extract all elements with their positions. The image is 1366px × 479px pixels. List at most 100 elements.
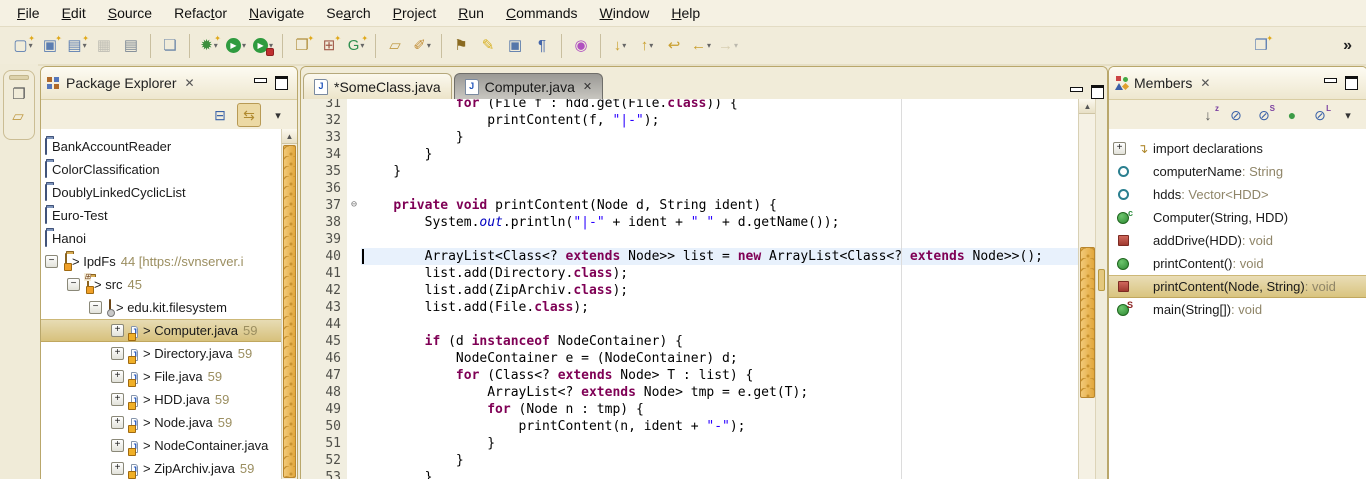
member-printcontent-node-string-[interactable]: printContent(Node, String) : void — [1109, 275, 1366, 298]
view-menu-button[interactable]: ▾ — [1337, 104, 1359, 126]
scrollbar-thumb[interactable] — [1080, 247, 1095, 398]
minimize-button[interactable] — [1324, 78, 1337, 83]
hide-static-members-button[interactable]: ⊘S — [1253, 104, 1275, 126]
code-line-36[interactable]: 36 — [301, 180, 1079, 197]
editor-scrollbar[interactable]: ▲ — [1078, 99, 1096, 479]
show-selected-element-button[interactable]: ▣ — [503, 34, 527, 58]
last-edit-location-button[interactable]: ↩ — [662, 34, 686, 58]
menu-source[interactable]: Source — [97, 2, 163, 24]
show-whitespace-button[interactable]: ¶ — [530, 34, 554, 58]
member-computername[interactable]: computerName : String — [1109, 160, 1366, 183]
member-main-string-[interactable]: Smain(String[]) : void — [1109, 298, 1366, 321]
member-import-declarations[interactable]: +↴import declarations — [1109, 137, 1366, 160]
restore-views-button[interactable]: ❐ — [12, 87, 25, 102]
search-button[interactable]: ✐▾ — [410, 34, 434, 58]
tree-item-src[interactable]: −⊞> src45 — [41, 273, 282, 296]
generate-javadoc-button[interactable]: G✦▾ — [344, 34, 368, 58]
code-line-46[interactable]: 46 NodeContainer e = (NodeContainer) d; — [301, 350, 1079, 367]
print-button[interactable]: ▤ — [119, 34, 143, 58]
member-printcontent-[interactable]: printContent() : void — [1109, 252, 1366, 275]
run-button[interactable]: ▶▾ — [224, 34, 248, 58]
open-perspective-button[interactable]: ❒✦ — [1249, 34, 1273, 58]
next-annotation-button[interactable]: ↓▾ — [608, 34, 632, 58]
dropdown-arrow-icon[interactable]: ▾ — [427, 41, 431, 50]
tree-item-hdd-java[interactable]: +J> HDD.java59 — [41, 388, 282, 411]
overview-ruler[interactable] — [1095, 99, 1107, 479]
build-all-button[interactable]: ❏ — [158, 34, 182, 58]
menu-refactor[interactable]: Refactor — [163, 2, 238, 24]
member-hdds[interactable]: hdds : Vector<HDD> — [1109, 183, 1366, 206]
package-explorer-title[interactable]: Package Explorer — [66, 75, 177, 91]
tree-item-bankaccountreader[interactable]: BankAccountReader — [41, 135, 282, 158]
toolbar-overflow-chevron[interactable]: » — [1343, 37, 1352, 55]
previous-annotation-button[interactable]: ↑▾ — [635, 34, 659, 58]
close-icon[interactable]: ✕ — [1200, 76, 1210, 90]
fold-collapse-icon[interactable]: ⊖ — [347, 197, 361, 214]
code-line-43[interactable]: 43 list.add(File.class); — [301, 299, 1079, 316]
code-line-38[interactable]: 38 System.out.println("|-" + ident + " "… — [301, 214, 1079, 231]
menu-search[interactable]: Search — [315, 2, 381, 24]
members-title[interactable]: Members — [1134, 75, 1192, 91]
code-line-47[interactable]: 47 for (Class<? extends Node> T : list) … — [301, 367, 1079, 384]
menu-help[interactable]: Help — [660, 2, 711, 24]
scroll-up-arrow[interactable]: ▲ — [1079, 99, 1096, 114]
dropdown-arrow-icon[interactable]: ▾ — [707, 41, 711, 50]
menu-window[interactable]: Window — [589, 2, 661, 24]
member-computer-string-hdd-[interactable]: cComputer(String, HDD) — [1109, 206, 1366, 229]
tree-item-edu-kit-filesystem[interactable]: −> edu.kit.filesystem — [41, 296, 282, 319]
sort-alphabetically-button[interactable]: ↓z — [1197, 104, 1219, 126]
code-line-45[interactable]: 45 if (d instanceof NodeContainer) { — [301, 333, 1079, 350]
code-line-34[interactable]: 34 } — [301, 146, 1079, 163]
close-icon[interactable]: ✕ — [583, 80, 592, 93]
menu-edit[interactable]: Edit — [51, 2, 97, 24]
run-history-button[interactable]: ▶▾ — [251, 34, 275, 58]
expander-plus-icon[interactable]: + — [1113, 142, 1133, 155]
web-browser-button[interactable]: ◉ — [569, 34, 593, 58]
tree-item-doublylinkedcycliclist[interactable]: DoublyLinkedCyclicList — [41, 181, 282, 204]
tree-item-euro-test[interactable]: Euro-Test — [41, 204, 282, 227]
new-junit-test-button[interactable]: ⊞✦ — [317, 34, 341, 58]
code-line-52[interactable]: 52 } — [301, 452, 1079, 469]
menu-run[interactable]: Run — [447, 2, 495, 24]
debug-button[interactable]: ✹✦▾ — [197, 34, 221, 58]
code-line-37[interactable]: 37⊖ private void printContent(Node d, St… — [301, 197, 1079, 214]
highlighter-button[interactable]: ✎ — [476, 34, 500, 58]
tree-item-hanoi[interactable]: Hanoi — [41, 227, 282, 250]
code-line-41[interactable]: 41 list.add(Directory.class); — [301, 265, 1079, 282]
dropdown-arrow-icon[interactable]: ▾ — [734, 41, 738, 50]
minimize-button[interactable] — [254, 78, 267, 83]
dropdown-arrow-icon[interactable]: ▾ — [242, 41, 246, 50]
hide-fields-button[interactable]: ⊘ — [1225, 104, 1247, 126]
new-editor-button[interactable]: ▣✦ — [38, 34, 62, 58]
package-explorer-scrollbar[interactable]: ▲ — [281, 129, 297, 479]
close-icon[interactable]: ✕ — [185, 76, 195, 90]
tree-item-computer-java[interactable]: +J> Computer.java59 — [41, 319, 282, 342]
code-editor[interactable]: 31 for (File f : hdd.get(File.class)) {3… — [301, 99, 1107, 479]
menu-commands[interactable]: Commands — [495, 2, 589, 24]
code-line-35[interactable]: 35 } — [301, 163, 1079, 180]
member-adddrive-hdd-[interactable]: addDrive(HDD) : void — [1109, 229, 1366, 252]
hide-non-public-members-button[interactable]: ● — [1281, 104, 1303, 126]
dropdown-arrow-icon[interactable]: ▾ — [622, 41, 626, 50]
code-line-42[interactable]: 42 list.add(ZipArchiv.class); — [301, 282, 1079, 299]
code-line-40[interactable]: 40 ArrayList<Class<? extends Node>> list… — [301, 248, 1079, 265]
maximize-button[interactable] — [1091, 85, 1104, 99]
dropdown-arrow-icon[interactable]: ▾ — [649, 41, 653, 50]
editor-tab-computer-java[interactable]: JComputer.java✕ — [454, 73, 604, 99]
view-menu-button[interactable]: ▾ — [267, 104, 289, 126]
scroll-up-arrow[interactable]: ▲ — [282, 129, 297, 144]
tree-item-ipdfs[interactable]: −> IpdFs44 [https://svnserver.i — [41, 250, 282, 273]
menu-project[interactable]: Project — [382, 2, 448, 24]
minimize-button[interactable] — [1070, 87, 1083, 92]
new-wizard-button[interactable]: ▢✦▾ — [11, 34, 35, 58]
code-line-33[interactable]: 33 } — [301, 129, 1079, 146]
tree-item-nodecontainer-java[interactable]: +J> NodeContainer.java — [41, 434, 282, 457]
code-line-32[interactable]: 32 printContent(f, "|-"); — [301, 112, 1079, 129]
back-button[interactable]: ←▾ — [689, 34, 713, 58]
mark-occurrences-button[interactable]: ⚑ — [449, 34, 473, 58]
code-line-51[interactable]: 51 } — [301, 435, 1079, 452]
maximize-button[interactable] — [275, 76, 288, 90]
code-line-53[interactable]: 53 } — [301, 469, 1079, 479]
menu-file[interactable]: File — [6, 2, 51, 24]
editor-tab--someclass-java[interactable]: J*SomeClass.java — [303, 73, 452, 99]
